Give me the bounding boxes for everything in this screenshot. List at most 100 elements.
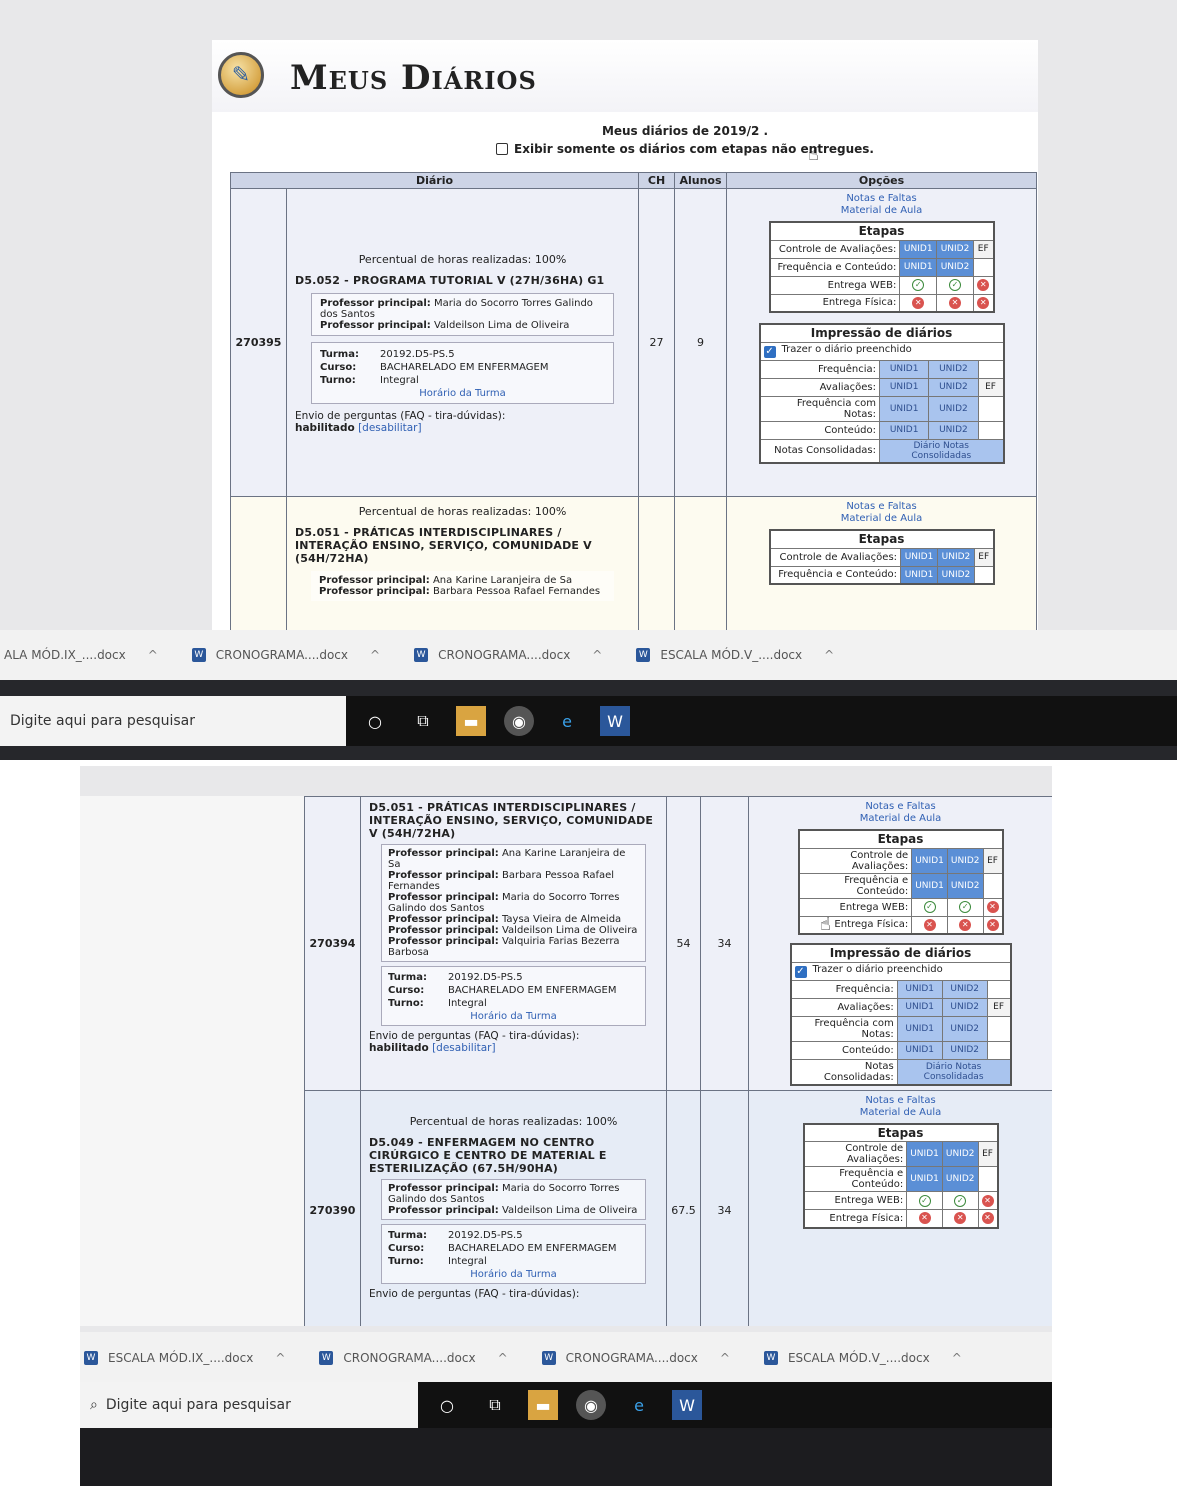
controle-unid2[interactable]: UNID2 xyxy=(946,847,984,874)
options-cell: Notas e Faltas Material de Aula Etapas Co… xyxy=(726,496,1038,630)
print-freqnotas-unid1[interactable]: UNID1 xyxy=(878,395,930,422)
print-conteudo-unid2[interactable]: UNID2 xyxy=(928,420,979,440)
print-consol-link[interactable]: Diário Notas Consolidadas xyxy=(878,438,1005,463)
trazer-row[interactable]: ✓ Trazer o diário preenchido xyxy=(790,961,1011,981)
print-freqnotas-unid2[interactable]: UNID2 xyxy=(941,1015,988,1042)
print-conteudo-unid1[interactable]: UNID1 xyxy=(896,1040,943,1060)
turma-value: 20192.D5-PS.5 xyxy=(380,349,455,360)
percent-text: Percentual de horas realizadas: 100% xyxy=(358,505,567,518)
freq-unid2[interactable]: UNID2 xyxy=(941,1166,979,1192)
freq-unid2[interactable]: UNID2 xyxy=(936,565,975,585)
chevron-up-icon[interactable]: ^ xyxy=(824,648,834,662)
print-aval-unid1[interactable]: UNID1 xyxy=(896,997,943,1017)
freq-unid1[interactable]: UNID1 xyxy=(900,565,938,585)
notas-faltas-link[interactable]: Notas e Faltas xyxy=(727,501,1036,513)
material-link[interactable]: Material de Aula xyxy=(749,1107,1052,1119)
chevron-up-icon[interactable]: ^ xyxy=(720,1351,730,1365)
download-item[interactable]: W CRONOGRAMA....docx ^ xyxy=(414,648,602,662)
filter-checkbox[interactable] xyxy=(496,143,509,155)
alunos-value: 9 xyxy=(674,188,728,497)
entrega-fisica-label: Entrega Física: xyxy=(769,293,901,313)
freq-unid1[interactable]: UNID1 xyxy=(906,1166,943,1192)
print-aval-unid1[interactable]: UNID1 xyxy=(878,377,930,397)
print-aval-ef[interactable]: EF xyxy=(986,997,1012,1017)
print-freq-unid1[interactable]: UNID1 xyxy=(896,979,943,999)
cancel-icon: ✕ xyxy=(981,1194,994,1207)
print-aval-unid2[interactable]: UNID2 xyxy=(928,377,979,397)
chevron-up-icon[interactable]: ^ xyxy=(275,1351,285,1365)
print-freqnotas-unid2[interactable]: UNID2 xyxy=(928,395,979,422)
material-link[interactable]: Material de Aula xyxy=(727,513,1036,525)
controle-unid1[interactable]: UNID1 xyxy=(911,847,948,874)
chrome-icon[interactable]: ◉ xyxy=(576,1390,606,1420)
chrome-icon[interactable]: ◉ xyxy=(504,706,534,736)
print-aval-unid2[interactable]: UNID2 xyxy=(941,997,988,1017)
download-item[interactable]: W CRONOGRAMA....docx ^ xyxy=(541,1351,730,1365)
diario-cell: Percentual de horas realizadas: 100% D5.… xyxy=(285,188,640,497)
task-view-icon[interactable]: ⧉ xyxy=(408,706,438,736)
check-icon: ✓ xyxy=(949,279,961,291)
disable-faq-link[interactable]: [desabilitar] xyxy=(432,1042,496,1054)
controle-ef[interactable]: EF xyxy=(973,547,995,567)
download-item[interactable]: W ESCALA MÓD.IX_....docx ^ xyxy=(84,1351,285,1365)
controle-unid2[interactable]: UNID2 xyxy=(936,547,975,567)
print-conteudo-unid1[interactable]: UNID1 xyxy=(878,420,930,440)
controle-unid1[interactable]: UNID1 xyxy=(900,547,938,567)
search-input[interactable]: Digite aqui para pesquisar xyxy=(0,696,346,746)
edge-icon[interactable]: e xyxy=(552,706,582,736)
controle-ef[interactable]: EF xyxy=(982,847,1003,874)
filter-row[interactable]: Exibir somente os diários com etapas não… xyxy=(332,142,1038,156)
print-freq-unid1[interactable]: UNID1 xyxy=(878,359,930,379)
download-item[interactable]: W CRONOGRAMA....docx ^ xyxy=(319,1351,508,1365)
freq-unid1[interactable]: UNID1 xyxy=(899,257,938,277)
disable-faq-link[interactable]: [desabilitar] xyxy=(358,422,422,434)
chevron-up-icon[interactable]: ^ xyxy=(370,648,380,662)
chevron-up-icon[interactable]: ^ xyxy=(498,1351,508,1365)
controle-unid1[interactable]: UNID1 xyxy=(906,1141,943,1167)
download-item[interactable]: W ESCALA MÓD.V_....docx ^ xyxy=(763,1351,962,1365)
freq-unid2[interactable]: UNID2 xyxy=(936,257,974,277)
horario-link[interactable]: Horário da Turma xyxy=(320,388,605,399)
download-item[interactable]: W CRONOGRAMA....docx ^ xyxy=(191,648,380,662)
print-freq-unid2[interactable]: UNID2 xyxy=(928,359,979,379)
download-item[interactable]: ALA MÓD.IX_....docx ^ xyxy=(4,648,158,662)
horario-link[interactable]: Horário da Turma xyxy=(388,1011,639,1022)
freq-unid2[interactable]: UNID2 xyxy=(946,872,984,899)
chevron-up-icon[interactable]: ^ xyxy=(952,1351,962,1365)
material-link[interactable]: Material de Aula xyxy=(749,813,1052,825)
diario-id: 270395 xyxy=(230,188,287,497)
controle-ef[interactable]: EF xyxy=(972,239,995,259)
turma-value: 20192.D5-PS.5 xyxy=(448,1229,523,1241)
print-freqnotas-unid1[interactable]: UNID1 xyxy=(896,1015,943,1042)
edge-icon[interactable]: e xyxy=(624,1390,654,1420)
freq-unid1[interactable]: UNID1 xyxy=(911,872,948,899)
word-icon[interactable]: W xyxy=(600,706,630,736)
cortana-icon[interactable]: ○ xyxy=(432,1390,462,1420)
material-link[interactable]: Material de Aula xyxy=(727,205,1036,217)
chevron-up-icon[interactable]: ^ xyxy=(592,648,602,662)
cortana-icon[interactable]: ○ xyxy=(360,706,390,736)
controle-ef[interactable]: EF xyxy=(977,1141,998,1167)
task-view-icon[interactable]: ⧉ xyxy=(480,1390,510,1420)
download-item[interactable]: W ESCALA MÓD.V_....docx ^ xyxy=(636,648,834,662)
controle-unid1[interactable]: UNID1 xyxy=(899,239,938,259)
file-explorer-icon[interactable]: ▬ xyxy=(528,1390,558,1420)
notas-faltas-link[interactable]: Notas e Faltas xyxy=(749,1095,1052,1107)
controle-unid2[interactable]: UNID2 xyxy=(941,1141,979,1167)
horario-link[interactable]: Horário da Turma xyxy=(388,1269,639,1280)
print-consol-link[interactable]: Diário Notas Consolidadas xyxy=(896,1058,1012,1085)
trazer-checkbox[interactable]: ✓ xyxy=(794,966,807,978)
notas-faltas-link[interactable]: Notas e Faltas xyxy=(727,193,1036,205)
print-conteudo-unid2[interactable]: UNID2 xyxy=(941,1040,988,1060)
print-aval-ef[interactable]: EF xyxy=(977,377,1005,397)
word-icon[interactable]: W xyxy=(672,1390,702,1420)
print-freq-unid2[interactable]: UNID2 xyxy=(941,979,988,999)
prof-label: Professor principal: xyxy=(388,892,499,903)
chevron-up-icon[interactable]: ^ xyxy=(148,648,158,662)
trazer-row[interactable]: ✓ Trazer o diário preenchido xyxy=(759,341,1005,361)
file-explorer-icon[interactable]: ▬ xyxy=(456,706,486,736)
controle-unid2[interactable]: UNID2 xyxy=(936,239,974,259)
trazer-checkbox[interactable]: ✓ xyxy=(763,346,776,358)
notas-faltas-link[interactable]: Notas e Faltas xyxy=(749,801,1052,813)
search-input[interactable]: ⌕ Digite aqui para pesquisar xyxy=(80,1382,418,1428)
